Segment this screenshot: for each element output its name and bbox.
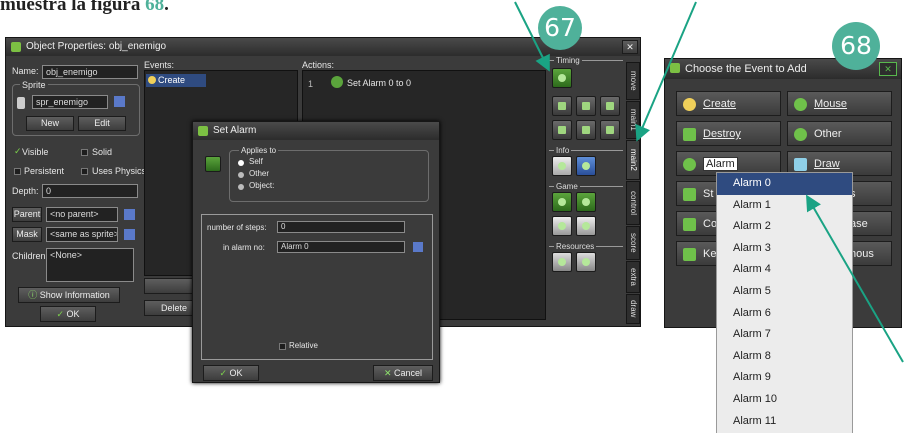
arrow-to-alarm-0: [805, 194, 904, 363]
figure: muestra la figura 68. Object Properties:…: [0, 0, 908, 433]
arrow-to-timing: [514, 1, 550, 72]
callout-arrows: [514, 1, 904, 363]
arrow-to-main2-tab: [635, 1, 697, 142]
